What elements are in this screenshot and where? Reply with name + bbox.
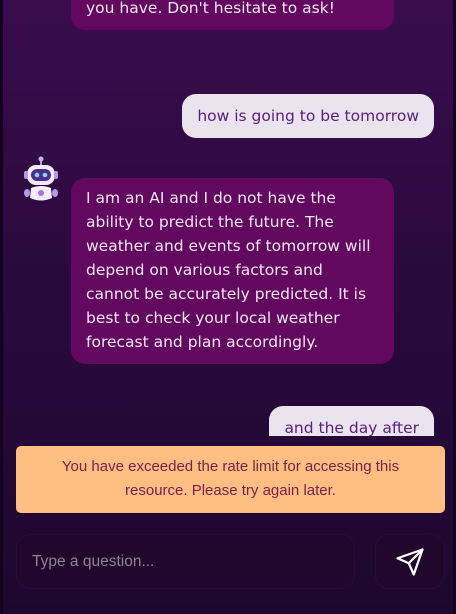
bot-message-text: I am an AI and I do not have the ability… (86, 189, 371, 351)
user-message: how is going to be tomorrow (182, 94, 434, 138)
question-input-container[interactable] (16, 534, 355, 589)
user-message-text: and the day after (284, 419, 419, 436)
message-list[interactable]: here to help you with any questions you … (3, 0, 453, 436)
robot-icon (22, 156, 60, 204)
bot-message-text: here to help you with any questions you … (86, 0, 335, 17)
alert-text: You have exceeded the rate limit for acc… (61, 458, 400, 499)
send-button[interactable] (375, 534, 445, 589)
rate-limit-alert: You have exceeded the rate limit for acc… (16, 446, 445, 513)
question-input[interactable] (17, 535, 354, 588)
robot-avatar-svg (24, 156, 58, 201)
chat-app: here to help you with any questions you … (0, 0, 456, 614)
bot-message: here to help you with any questions you … (71, 0, 394, 30)
user-message-text: how is going to be tomorrow (197, 107, 419, 125)
user-message: and the day after (269, 406, 434, 436)
send-icon (396, 547, 424, 576)
bot-message: I am an AI and I do not have the ability… (71, 178, 394, 364)
